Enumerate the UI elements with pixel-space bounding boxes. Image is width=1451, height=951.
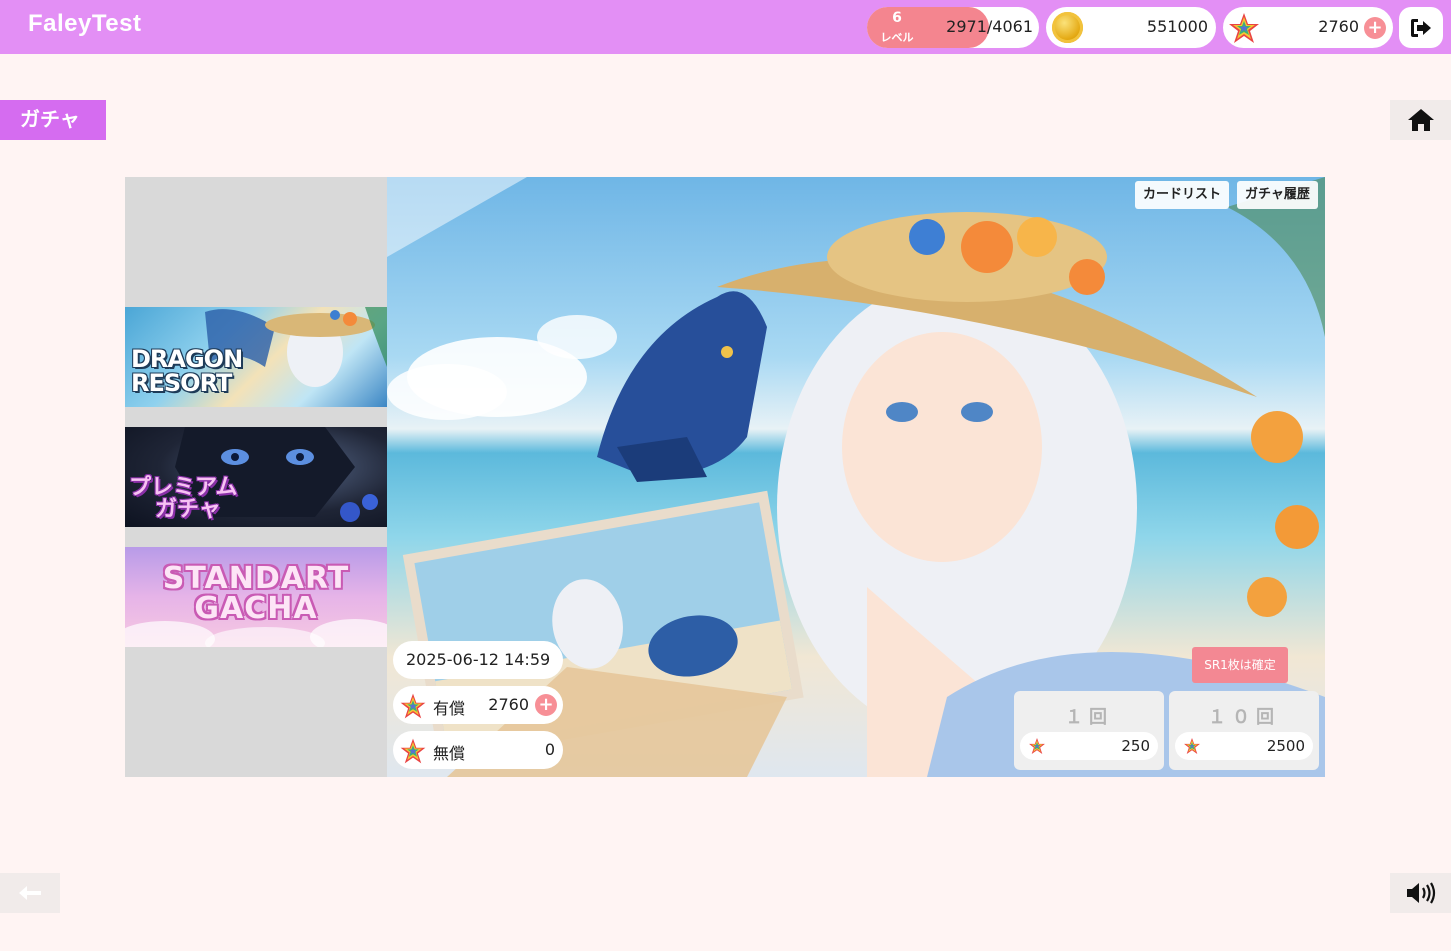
add-paid-stars-button[interactable]: + bbox=[535, 694, 557, 716]
home-icon bbox=[1407, 109, 1434, 131]
experience-progress: 2971/4061 bbox=[946, 17, 1033, 36]
coin-value: 551000 bbox=[1146, 17, 1208, 36]
sound-toggle-button[interactable] bbox=[1390, 873, 1451, 913]
speaker-icon bbox=[1406, 882, 1435, 904]
gacha-hero: カードリスト ガチャ履歴 2025-06-12 14:59 有償 2760 + … bbox=[387, 177, 1325, 777]
gacha-history-button[interactable]: ガチャ履歴 bbox=[1237, 181, 1318, 209]
banner-title: プレミアム ガチャ bbox=[129, 475, 238, 522]
ten-pull-label: １０回 bbox=[1208, 707, 1280, 728]
gacha-banner-dragon-resort[interactable]: DRAGON RESORT bbox=[125, 307, 387, 407]
page-title: ガチャ bbox=[0, 100, 106, 140]
rainbow-star-icon bbox=[1029, 738, 1045, 754]
level-indicator: 6 レベル 2971/4061 bbox=[867, 7, 1039, 48]
banner-title: DRAGON RESORT bbox=[131, 345, 243, 397]
rainbow-star-icon bbox=[400, 738, 426, 764]
rainbow-star-icon bbox=[1229, 13, 1259, 43]
gacha-end-date: 2025-06-12 14:59 bbox=[393, 641, 563, 679]
rainbow-star-icon bbox=[400, 693, 426, 719]
card-list-button[interactable]: カードリスト bbox=[1135, 181, 1230, 209]
logout-icon bbox=[1411, 18, 1431, 37]
coin-balance: 551000 bbox=[1046, 7, 1216, 48]
single-pull-label: １回 bbox=[1065, 707, 1113, 728]
paid-value: 2760 bbox=[488, 695, 529, 714]
star-balance: 2760 + bbox=[1223, 7, 1393, 48]
free-value: 0 bbox=[544, 740, 555, 759]
free-label: 無償 bbox=[433, 744, 466, 763]
logout-button[interactable] bbox=[1399, 7, 1443, 48]
single-pull-cost-value: 250 bbox=[1121, 737, 1150, 755]
home-button[interactable] bbox=[1390, 100, 1451, 140]
gacha-banner-premium[interactable]: プレミアム ガチャ bbox=[125, 427, 387, 527]
add-stars-button[interactable]: + bbox=[1364, 17, 1386, 39]
ten-pull-button[interactable]: １０回 2500 bbox=[1169, 691, 1319, 770]
level-label: レベル bbox=[880, 31, 914, 44]
star-value: 2760 bbox=[1318, 17, 1359, 36]
guarantee-badge: SR1枚は確定 bbox=[1192, 647, 1288, 683]
app-title: FaleyTest bbox=[28, 10, 142, 37]
banner-title: STANDART GACHA bbox=[162, 561, 350, 626]
paid-label: 有償 bbox=[433, 699, 466, 718]
single-pull-button[interactable]: １回 250 bbox=[1014, 691, 1164, 770]
back-button[interactable] bbox=[0, 873, 60, 913]
paid-stars-balance: 有償 2760 + bbox=[393, 686, 563, 724]
gacha-banner-standard[interactable]: STANDART GACHA bbox=[125, 547, 387, 647]
gacha-panel: DRAGON RESORT プレミアム ガチャ STANDART GACHA カ… bbox=[125, 177, 1325, 777]
gold-coin-icon bbox=[1052, 12, 1083, 43]
free-stars-balance: 無償 0 bbox=[393, 731, 563, 769]
arrow-left-icon bbox=[19, 886, 41, 900]
single-pull-cost: 250 bbox=[1020, 732, 1158, 760]
ten-pull-cost-value: 2500 bbox=[1266, 737, 1305, 755]
level-number: 6 bbox=[892, 10, 902, 26]
ten-pull-cost: 2500 bbox=[1175, 732, 1313, 760]
rainbow-star-icon bbox=[1184, 738, 1200, 754]
top-bar: FaleyTest 6 レベル 2971/4061 551000 2760 + bbox=[0, 0, 1451, 54]
